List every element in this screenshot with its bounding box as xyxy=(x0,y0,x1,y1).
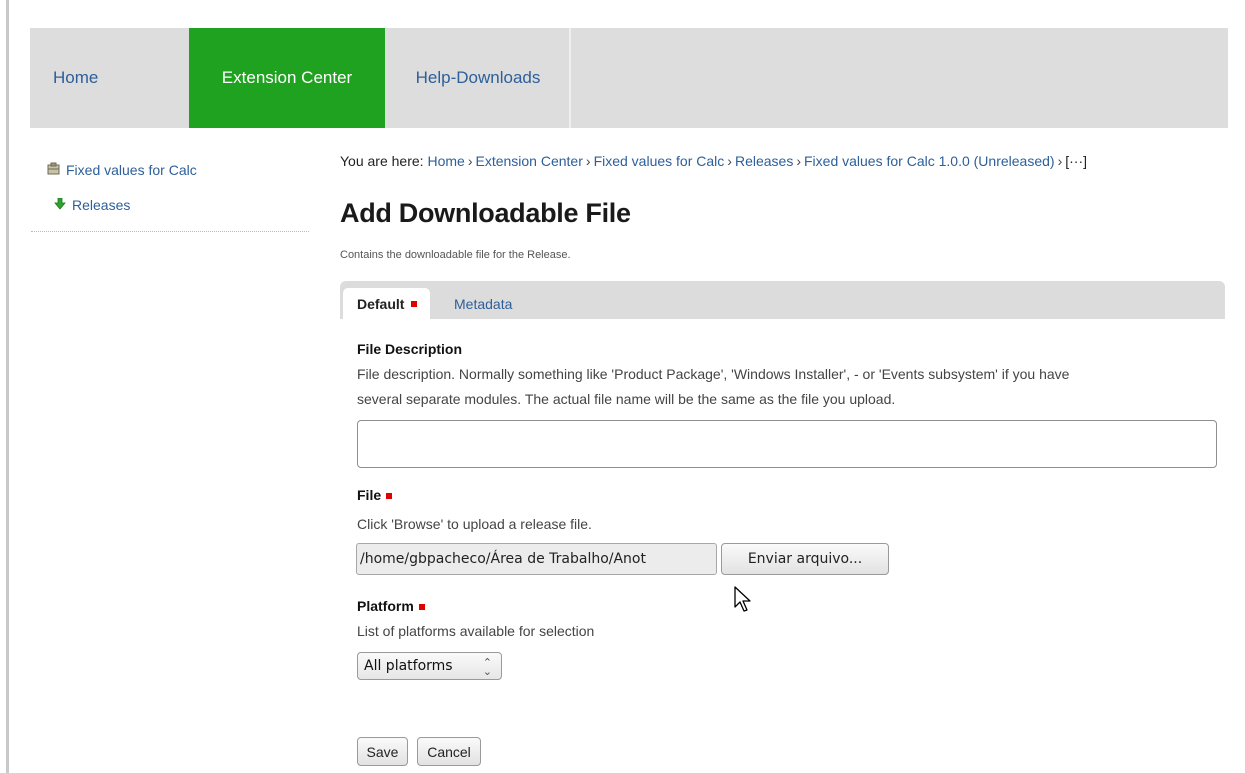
platform-help: List of platforms available for selectio… xyxy=(357,623,595,639)
platform-label: Platform xyxy=(357,598,425,614)
nav-help-downloads[interactable]: Help-Downloads xyxy=(387,28,571,128)
file-description-help-line: File description. Normally something lik… xyxy=(357,366,1070,382)
breadcrumb-releases[interactable]: Releases xyxy=(735,153,793,169)
platform-label-text: Platform xyxy=(357,598,414,614)
save-button[interactable]: Save xyxy=(357,737,408,766)
upload-file-button[interactable]: Enviar arquivo... xyxy=(721,543,889,575)
page-description: Contains the downloadable file for the R… xyxy=(340,249,571,261)
file-description-label: File Description xyxy=(357,341,463,357)
mouse-pointer-icon xyxy=(734,586,751,612)
cancel-button[interactable]: Cancel xyxy=(417,737,481,766)
breadcrumb-separator: › xyxy=(796,153,801,169)
sidebar-item-label: Releases xyxy=(72,197,131,213)
required-marker xyxy=(386,493,393,500)
file-description-input[interactable] xyxy=(357,420,1217,468)
breadcrumb-separator: › xyxy=(727,153,732,169)
platform-select[interactable]: All platforms ⌃ ⌄ xyxy=(357,652,502,680)
page-title: Add Downloadable File xyxy=(340,198,631,228)
breadcrumb-extension-center[interactable]: Extension Center xyxy=(475,153,582,169)
file-description-help: File description. Normally something lik… xyxy=(357,362,1217,412)
sidebar-item-fixed-values[interactable]: Fixed values for Calc xyxy=(47,162,197,178)
nav-home[interactable]: Home xyxy=(30,28,189,128)
select-caret-icon: ⌃ ⌄ xyxy=(482,656,492,678)
arrow-down-icon xyxy=(54,197,66,213)
file-description-help-line: several separate modules. The actual fil… xyxy=(357,391,896,407)
tab-label: Default xyxy=(357,295,405,312)
file-label: File xyxy=(357,487,393,503)
package-icon xyxy=(47,162,60,178)
sidebar-divider xyxy=(31,231,309,232)
sidebar-item-releases[interactable]: Releases xyxy=(54,197,130,213)
sidebar-item-label: Fixed values for Calc xyxy=(66,162,197,178)
file-help: Click 'Browse' to upload a release file. xyxy=(357,516,592,532)
left-border xyxy=(6,0,9,773)
tab-label: Metadata xyxy=(454,295,513,312)
nav-extension-center[interactable]: Extension Center xyxy=(189,28,385,128)
file-path-field[interactable]: /home/gbpacheco/Área de Trabalho/Anot xyxy=(356,543,717,575)
breadcrumb-ellipsis[interactable]: [···] xyxy=(1065,153,1087,169)
breadcrumb-home[interactable]: Home xyxy=(427,153,464,169)
breadcrumb-separator: › xyxy=(1057,153,1063,169)
tab-bar: Default Metadata xyxy=(340,281,1225,319)
tab-default[interactable]: Default xyxy=(343,288,431,319)
platform-select-value: All platforms xyxy=(364,658,453,674)
breadcrumb-separator: › xyxy=(467,153,473,169)
breadcrumb-release-version[interactable]: Fixed values for Calc 1.0.0 (Unreleased) xyxy=(804,153,1055,169)
required-marker xyxy=(418,604,425,611)
breadcrumb-fixed-values[interactable]: Fixed values for Calc xyxy=(594,153,725,169)
tab-metadata[interactable]: Metadata xyxy=(454,288,512,319)
breadcrumb-prefix: You are here: xyxy=(340,153,424,169)
required-marker xyxy=(411,300,418,307)
breadcrumb-separator: › xyxy=(585,153,591,169)
breadcrumb: You are here: Home › Extension Center › Fixe… xyxy=(340,153,1087,169)
top-navigation: Home Extension Center Help-Downloads xyxy=(30,28,1228,128)
file-label-text: File xyxy=(357,487,382,503)
